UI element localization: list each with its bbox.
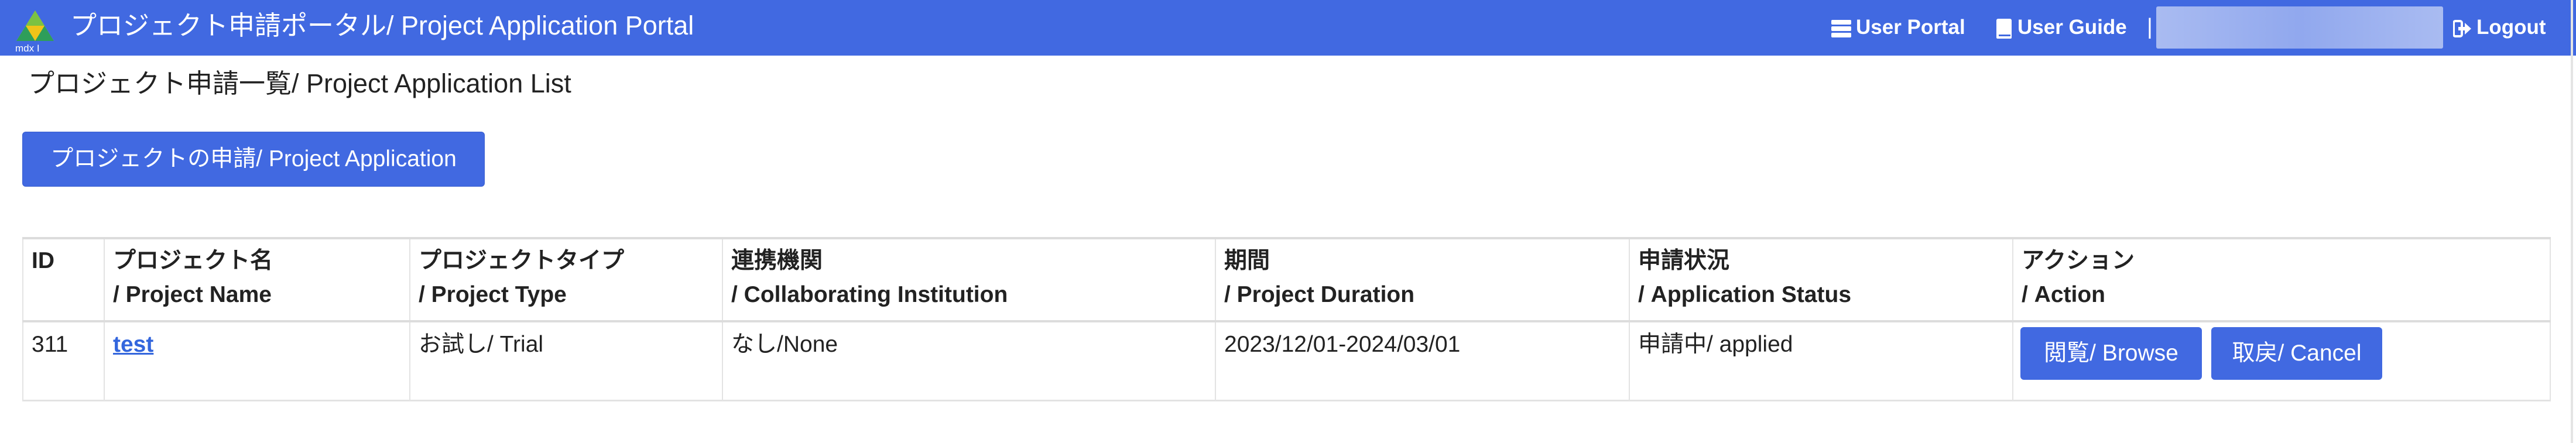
cancel-button[interactable]: 取戻/ Cancel <box>2211 327 2382 380</box>
cell-project-name: test <box>104 321 410 401</box>
header-project-name: プロジェクト名 / Project Name <box>104 238 410 321</box>
cell-id: 311 <box>22 321 105 401</box>
user-guide-link[interactable]: User Guide <box>1995 15 2127 40</box>
user-account-box[interactable] <box>2156 6 2443 49</box>
portal-title[interactable]: プロジェクト申請ポータル/ Project Application Portal <box>70 8 694 43</box>
browse-button[interactable]: 閲覧/ Browse <box>2020 327 2202 380</box>
user-guide-label: User Guide <box>2017 16 2127 39</box>
book-icon <box>1996 18 2012 39</box>
header-application-status: 申請状況 / Application Status <box>1629 238 2013 321</box>
header-id: ID <box>22 238 105 321</box>
header-project-type: プロジェクトタイプ / Project Type <box>409 238 723 321</box>
application-table-container: ID プロジェクト名 / Project Name プロジェクトタイプ / Proj… <box>22 237 2551 401</box>
logout-link[interactable]: Logout <box>2453 15 2546 40</box>
top-navbar: mdx I プロジェクト申請ポータル/ Project Application … <box>0 0 2576 56</box>
application-table: ID プロジェクト名 / Project Name プロジェクトタイプ / Proj… <box>22 237 2551 401</box>
logout-label: Logout <box>2476 16 2546 39</box>
page-title: プロジェクト申請一覧/ Project Application List <box>28 68 571 98</box>
cell-duration: 2023/12/01-2024/03/01 <box>1215 321 1630 401</box>
project-application-button[interactable]: プロジェクトの申請/ Project Application <box>22 132 485 187</box>
mdx-logo-icon[interactable]: mdx I <box>13 8 57 53</box>
svg-text:mdx I: mdx I <box>15 43 40 53</box>
project-name-link[interactable]: test <box>113 332 153 357</box>
header-project-duration: 期間 / Project Duration <box>1215 238 1630 321</box>
cell-institution: なし/None <box>722 321 1216 401</box>
cell-status: 申請中/ applied <box>1629 321 2013 401</box>
cell-action: 閲覧/ Browse 取戻/ Cancel <box>2012 321 2551 401</box>
user-portal-label: User Portal <box>1856 16 1965 39</box>
table-row: 311 test お試し/ Trial なし/None 2023/12/01-2… <box>22 321 2551 401</box>
logout-icon <box>2453 19 2471 37</box>
page-right-edge <box>2571 0 2573 443</box>
header-action: アクション / Action <box>2012 238 2551 321</box>
nav-separator: | <box>2147 15 2153 39</box>
header-collaborating-institution: 連携機関 / Collaborating Institution <box>722 238 1216 321</box>
list-icon <box>1831 19 1851 37</box>
user-portal-link[interactable]: User Portal <box>1831 15 1965 40</box>
cell-project-type: お試し/ Trial <box>409 321 723 401</box>
table-header-row: ID プロジェクト名 / Project Name プロジェクトタイプ / Proj… <box>22 238 2551 321</box>
